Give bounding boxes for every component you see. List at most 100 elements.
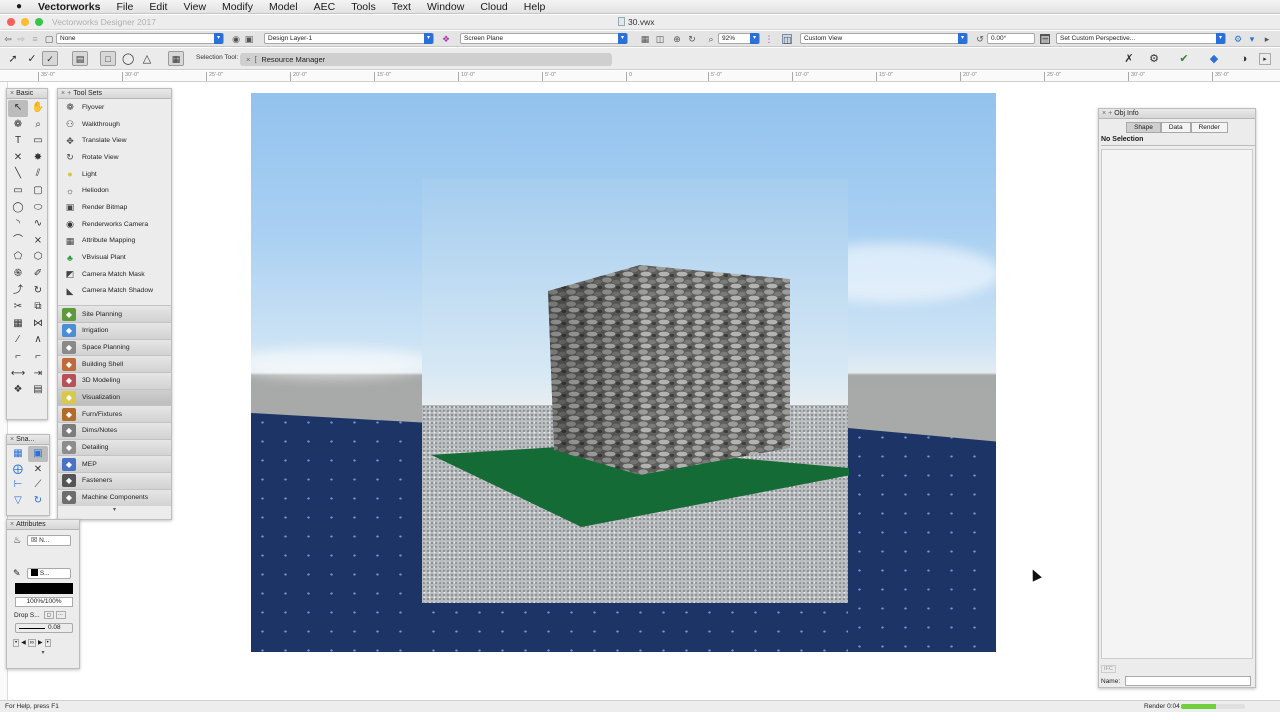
perspective-dropdown[interactable]: Set Custom Perspective... ▾: [1056, 33, 1226, 44]
menu-window[interactable]: Window: [419, 0, 472, 14]
snap-intersection-icon[interactable]: ⨁: [8, 462, 28, 478]
arrowhead-right-icon[interactable]: ▶: [38, 639, 43, 647]
snap-object-icon[interactable]: ▣: [28, 446, 48, 462]
rectangle-marquee-button[interactable]: □: [100, 51, 116, 66]
zoom-window-button[interactable]: [35, 18, 43, 26]
snap-icon[interactable]: ✗: [1123, 53, 1135, 65]
tool-set-item[interactable]: ◆ Furn/Fixtures: [58, 405, 171, 423]
fit-to-objects-icon[interactable]: ⊕: [672, 34, 682, 44]
tab-render[interactable]: Render: [1190, 122, 1228, 133]
layer-link-icon[interactable]: ❖: [8, 382, 28, 399]
tool-item[interactable]: ◩ Camera Match Mask: [58, 266, 171, 283]
menu-help[interactable]: Help: [516, 0, 554, 14]
obj-info-title[interactable]: × + Obj Info: [1099, 109, 1255, 119]
tool-sets-title[interactable]: × + Tool Sets: [58, 89, 171, 99]
close-window-button[interactable]: [7, 18, 15, 26]
attribute-mapping-icon[interactable]: ▦: [8, 316, 28, 333]
saved-views-icon[interactable]: ≡: [30, 34, 40, 44]
selection-arrow-icon[interactable]: ➚: [7, 53, 19, 65]
polygon-icon[interactable]: ⬠: [8, 249, 28, 266]
settings-gear-icon[interactable]: ⚙: [1148, 53, 1160, 65]
tool-item[interactable]: ● Light: [58, 166, 171, 183]
flyover-icon[interactable]: ❁: [8, 117, 28, 134]
pen-style-dropdown[interactable]: S...: [27, 568, 71, 579]
preferences-button[interactable]: ▦: [168, 51, 184, 66]
working-plane-icon[interactable]: ❖: [441, 34, 451, 44]
attributes-title[interactable]: × Attributes: [7, 520, 79, 530]
tab-shape[interactable]: Shape: [1126, 122, 1161, 133]
view-dropdown[interactable]: Custom View ▾: [800, 33, 968, 44]
oval-icon[interactable]: ⬭: [28, 200, 48, 217]
drag-handle-icon[interactable]: +: [67, 90, 71, 97]
regular-polygon-icon[interactable]: ⬡: [28, 249, 48, 266]
tool-set-item[interactable]: ◆ Building Shell: [58, 355, 171, 372]
collapse-icon[interactable]: ▾: [58, 506, 171, 513]
layer-visibility-icon[interactable]: ▣: [244, 34, 254, 44]
standard-views-icon[interactable]: ◫: [782, 34, 792, 45]
plane-dropdown[interactable]: Screen Plane ▾: [460, 33, 628, 44]
rounded-rect-icon[interactable]: ▢: [28, 183, 48, 200]
zoom-icon[interactable]: ⌕: [706, 34, 716, 44]
close-icon[interactable]: ×: [10, 90, 14, 97]
tool-set-item[interactable]: ◆ Dims/Notes: [58, 422, 171, 439]
tool-set-item[interactable]: ◆ Machine Components: [58, 488, 171, 506]
horizontal-ruler[interactable]: 35'-0" 30'-0" 25'-0" 20'-0" 15'-0" 10'-0…: [0, 71, 1280, 82]
menu-model[interactable]: Model: [261, 0, 306, 14]
view-menu-icon[interactable]: ▾: [1247, 34, 1257, 44]
tool-set-item[interactable]: ◆ Detailing: [58, 438, 171, 456]
close-icon[interactable]: ×: [61, 90, 65, 97]
multi-object-mode-button[interactable]: ✓: [42, 51, 58, 66]
drag-handle-icon[interactable]: ⁅: [254, 55, 257, 64]
menu-edit[interactable]: Edit: [141, 0, 175, 14]
text-icon[interactable]: T: [8, 133, 28, 150]
minimize-window-button[interactable]: [21, 18, 29, 26]
fill-style-dropdown[interactable]: ☒ N...: [27, 535, 71, 546]
drop-shadow-settings[interactable]: ⋯: [55, 611, 66, 619]
drop-shadow-toggle[interactable]: ◻: [43, 611, 54, 619]
drawing-viewport[interactable]: [251, 93, 996, 652]
menu-text[interactable]: Text: [384, 0, 419, 14]
line-weight-dropdown[interactable]: 0.08: [15, 623, 73, 633]
drag-handle-icon[interactable]: +: [1108, 110, 1112, 117]
pan-hand-icon[interactable]: ✋: [28, 100, 48, 117]
tool-item[interactable]: ◣ Camera Match Shadow: [58, 283, 171, 300]
freehand-icon[interactable]: ∿: [28, 216, 48, 233]
resource-manager-tab[interactable]: × ⁅ Resource Manager: [240, 53, 612, 66]
snap-edge-icon[interactable]: ↻: [28, 493, 48, 509]
offset-icon[interactable]: ⧉: [28, 299, 48, 316]
spiral-icon[interactable]: ֍: [8, 266, 28, 283]
layer-options-icon[interactable]: ◉: [231, 34, 241, 44]
tool-item[interactable]: ⚇ Walkthrough: [58, 116, 171, 133]
close-icon[interactable]: ×: [1102, 110, 1106, 117]
split-icon[interactable]: ∕: [8, 332, 28, 349]
tool-item[interactable]: ▣ Render Bitmap: [58, 199, 171, 216]
tool-item[interactable]: ❁ Flyover: [58, 99, 171, 116]
layer-check-icon[interactable]: ✔: [1178, 53, 1190, 65]
lasso-icon[interactable]: ◯: [122, 53, 134, 65]
render-mode-icon[interactable]: ▦: [640, 34, 650, 44]
tool-item[interactable]: ♣ VBvisual Plant: [58, 249, 171, 266]
zoom-icon[interactable]: ⌕: [28, 117, 48, 134]
polygon-marquee-icon[interactable]: △: [141, 53, 153, 65]
arrowhead-left-icon[interactable]: ◀: [21, 639, 26, 647]
locus-icon[interactable]: ✕: [8, 150, 28, 167]
transform-mode-button[interactable]: ▤: [72, 51, 88, 66]
name-field[interactable]: [1125, 676, 1251, 686]
double-line-icon[interactable]: ⫽: [28, 166, 48, 183]
rotate-icon[interactable]: ↻: [28, 283, 48, 300]
dimension-icon[interactable]: ⟷: [8, 366, 28, 383]
tool-set-item[interactable]: ◆ Space Planning: [58, 338, 171, 356]
ifc-badge[interactable]: IFC: [1101, 665, 1116, 673]
callout-icon[interactable]: ▭: [28, 133, 48, 150]
constrained-dim-icon[interactable]: ⇥: [28, 366, 48, 383]
menu-cloud[interactable]: Cloud: [472, 0, 515, 14]
tool-set-item[interactable]: ◆ Irrigation: [58, 321, 171, 339]
snapping-title[interactable]: × Sna...: [7, 435, 49, 445]
reshape-icon[interactable]: ⤴: [8, 283, 28, 300]
chamfer-icon[interactable]: ⌐: [28, 349, 48, 366]
view-options-icon[interactable]: ⋮: [764, 34, 774, 44]
menu-aec[interactable]: AEC: [306, 0, 344, 14]
perspective-icon[interactable]: ▤: [1040, 34, 1050, 44]
expand-icon[interactable]: ▸: [1259, 53, 1271, 65]
projection-icon[interactable]: ◫: [655, 34, 665, 44]
